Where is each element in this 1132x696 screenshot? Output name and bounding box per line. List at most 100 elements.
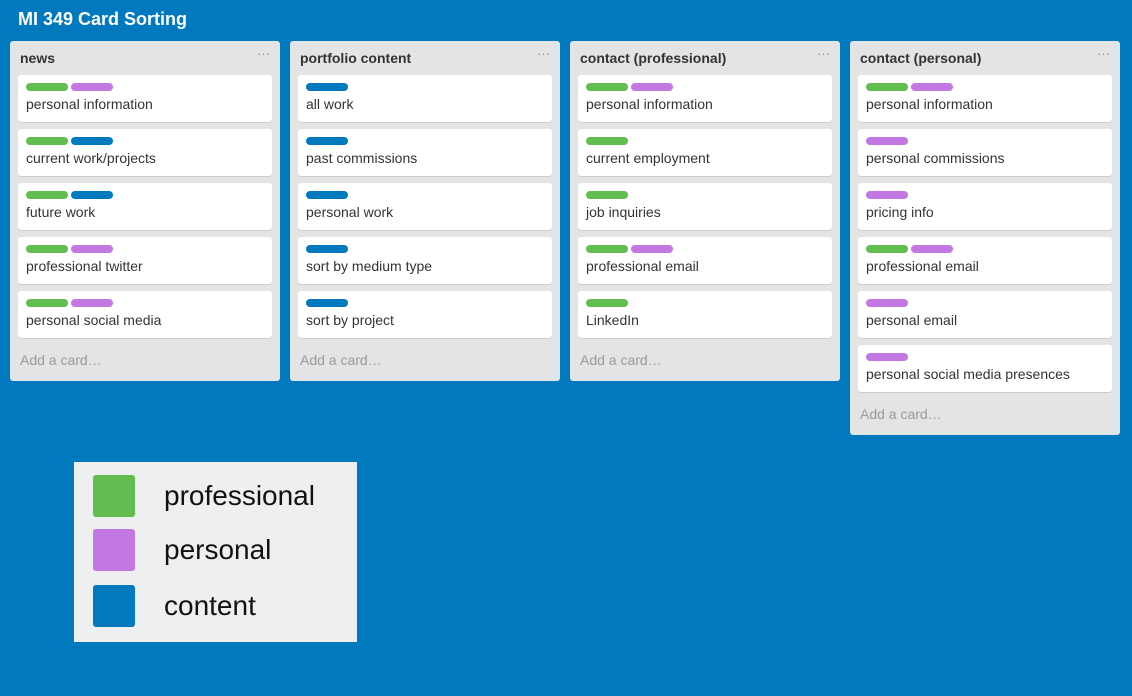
- card-labels: [866, 299, 908, 307]
- label-content: [71, 191, 113, 199]
- list-menu-icon[interactable]: ···: [257, 46, 270, 61]
- legend-item-professional: professional: [93, 475, 353, 517]
- card[interactable]: past commissions: [298, 129, 552, 176]
- legend-item-personal: personal: [93, 529, 353, 571]
- label-content: [306, 245, 348, 253]
- legend-swatch-personal: [93, 529, 135, 571]
- card-title: sort by project: [306, 312, 394, 328]
- list-title[interactable]: news: [20, 50, 55, 66]
- card[interactable]: personal commissions: [858, 129, 1112, 176]
- label-professional: [26, 83, 68, 91]
- card-labels: [26, 191, 113, 199]
- add-card-button[interactable]: Add a card…: [18, 345, 272, 375]
- card[interactable]: sort by project: [298, 291, 552, 338]
- label-content: [306, 191, 348, 199]
- card-labels: [586, 137, 628, 145]
- card-title: personal information: [26, 96, 153, 112]
- card-title: professional email: [586, 258, 699, 274]
- label-professional: [866, 245, 908, 253]
- legend-label: content: [164, 590, 256, 621]
- card-title: professional email: [866, 258, 979, 274]
- card-list: personal information personal commissions…: [850, 75, 1120, 392]
- label-personal: [71, 245, 113, 253]
- list-title[interactable]: contact (personal): [860, 50, 981, 66]
- card-labels: [26, 137, 113, 145]
- card-labels: [866, 83, 953, 91]
- card[interactable]: personal information: [18, 75, 272, 122]
- label-personal: [71, 83, 113, 91]
- label-content: [306, 299, 348, 307]
- card[interactable]: pricing info: [858, 183, 1112, 230]
- add-card-button[interactable]: Add a card…: [298, 345, 552, 375]
- card-labels: [866, 353, 908, 361]
- list-menu-icon[interactable]: ···: [537, 46, 550, 61]
- card-labels: [26, 83, 113, 91]
- card[interactable]: LinkedIn: [578, 291, 832, 338]
- card[interactable]: current employment: [578, 129, 832, 176]
- card-labels: [306, 83, 348, 91]
- card-title: current work/projects: [26, 150, 156, 166]
- card-labels: [306, 299, 348, 307]
- label-professional: [586, 137, 628, 145]
- card[interactable]: personal information: [858, 75, 1112, 122]
- card[interactable]: personal information: [578, 75, 832, 122]
- card[interactable]: all work: [298, 75, 552, 122]
- card-title: personal information: [586, 96, 713, 112]
- card-list: all work past commissions personal work sor…: [290, 75, 560, 338]
- list-contact-personal: contact (personal) ··· personal informat…: [850, 41, 1120, 435]
- add-card-button[interactable]: Add a card…: [578, 345, 832, 375]
- add-card-button[interactable]: Add a card…: [858, 399, 1112, 429]
- card-title: personal work: [306, 204, 394, 220]
- label-professional: [586, 83, 628, 91]
- label-professional: [26, 191, 68, 199]
- card[interactable]: job inquiries: [578, 183, 832, 230]
- card[interactable]: sort by medium type: [298, 237, 552, 284]
- card-title: personal social media: [26, 312, 162, 328]
- legend-swatch-content: [93, 585, 135, 627]
- card[interactable]: professional email: [858, 237, 1112, 284]
- label-professional: [586, 191, 628, 199]
- label-personal: [631, 245, 673, 253]
- label-personal: [71, 299, 113, 307]
- label-personal: [866, 137, 908, 145]
- card-labels: [866, 191, 908, 199]
- legend-swatch-professional: [93, 475, 135, 517]
- label-professional: [586, 299, 628, 307]
- label-content: [306, 137, 348, 145]
- list-header: contact (personal) ···: [850, 41, 1120, 75]
- label-professional: [26, 137, 68, 145]
- card[interactable]: personal social media presences: [858, 345, 1112, 392]
- card-labels: [306, 191, 348, 199]
- label-professional: [26, 245, 68, 253]
- list-title[interactable]: portfolio content: [300, 50, 411, 66]
- card-labels: [306, 137, 348, 145]
- card[interactable]: current work/projects: [18, 129, 272, 176]
- card[interactable]: personal social media: [18, 291, 272, 338]
- card[interactable]: personal email: [858, 291, 1112, 338]
- card[interactable]: personal work: [298, 183, 552, 230]
- card-labels: [586, 83, 673, 91]
- card-title: personal social media presences: [866, 366, 1070, 382]
- legend-item-content: content: [93, 585, 353, 627]
- label-personal: [911, 245, 953, 253]
- list-title[interactable]: contact (professional): [580, 50, 726, 66]
- card-labels: [586, 245, 673, 253]
- card[interactable]: future work: [18, 183, 272, 230]
- label-legend: professional personal content: [74, 462, 357, 642]
- card[interactable]: professional email: [578, 237, 832, 284]
- card-title: past commissions: [306, 150, 418, 166]
- label-personal: [866, 191, 908, 199]
- label-content: [306, 83, 348, 91]
- label-personal: [866, 299, 908, 307]
- card[interactable]: professional twitter: [18, 237, 272, 284]
- list-menu-icon[interactable]: ···: [1097, 46, 1110, 61]
- card-labels: [306, 245, 348, 253]
- board-title[interactable]: MI 349 Card Sorting: [18, 8, 187, 30]
- list-menu-icon[interactable]: ···: [817, 46, 830, 61]
- card-title: professional twitter: [26, 258, 143, 274]
- label-content: [71, 137, 113, 145]
- list-header: portfolio content ···: [290, 41, 560, 75]
- card-title: LinkedIn: [586, 312, 639, 328]
- card-title: job inquiries: [586, 204, 661, 220]
- label-personal: [866, 353, 908, 361]
